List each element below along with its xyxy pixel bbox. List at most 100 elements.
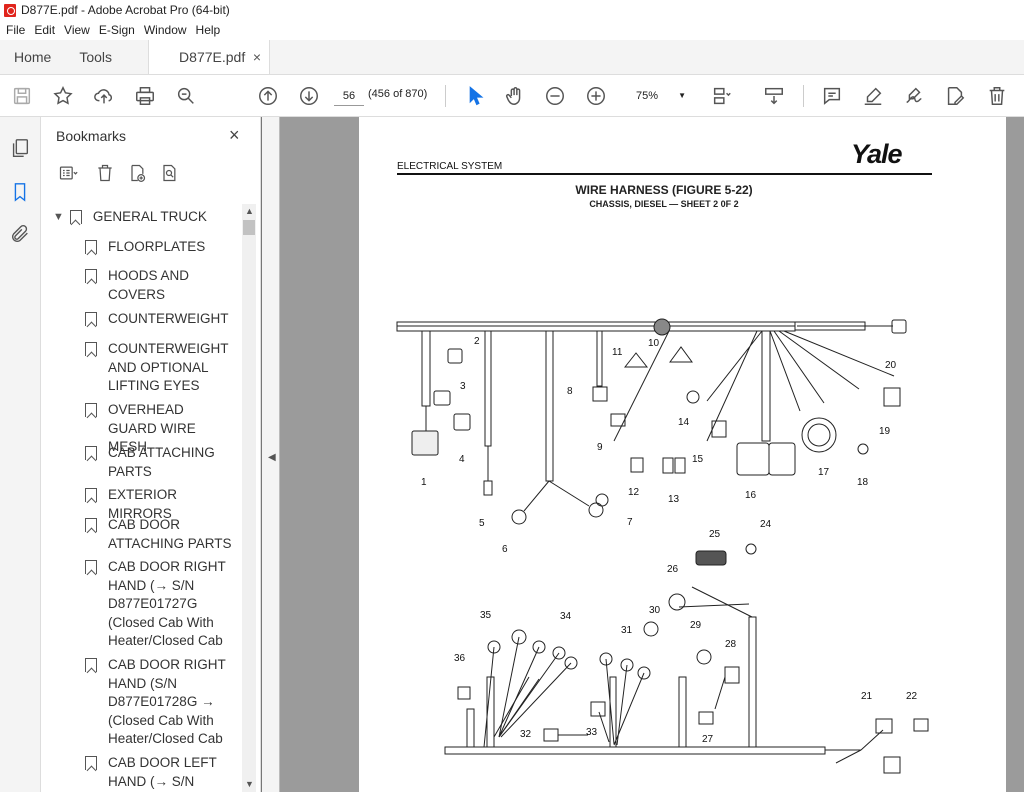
- bookmark-item[interactable]: COUNTERWEIGHT AND OPTIONAL LIFTING EYES: [85, 340, 233, 396]
- zoom-in-icon[interactable]: [584, 84, 608, 108]
- close-icon[interactable]: ×: [229, 125, 240, 146]
- tab-bar: Home Tools D877E.pdf ×: [0, 40, 1024, 75]
- bookmark-label: CAB DOOR ATTACHING PARTS: [108, 517, 232, 551]
- next-page-icon[interactable]: [297, 84, 321, 108]
- bookmarks-scroll-thumb[interactable]: [243, 220, 255, 235]
- callout-8: 8: [567, 386, 573, 397]
- callout-26: 26: [667, 564, 679, 575]
- bookmark-item[interactable]: CAB DOOR LEFT HAND (→ S/N: [85, 754, 233, 791]
- bookmark-item[interactable]: COUNTERWEIGHT: [85, 310, 233, 329]
- zoom-search-icon[interactable]: [174, 84, 198, 108]
- callout-16: 16: [745, 490, 757, 501]
- menu-file[interactable]: File: [6, 23, 25, 37]
- tab-document[interactable]: D877E.pdf ×: [148, 40, 271, 74]
- bookmark-icon: [85, 518, 97, 532]
- select-cursor-icon[interactable]: [463, 84, 487, 108]
- menu-window[interactable]: Window: [144, 23, 187, 37]
- callout-19: 19: [879, 426, 891, 437]
- callout-31: 31: [621, 625, 633, 636]
- hand-tool-icon[interactable]: [503, 84, 527, 108]
- scroll-down-icon[interactable]: ▼: [245, 779, 254, 789]
- menu-edit[interactable]: Edit: [34, 23, 55, 37]
- bookmark-icon: [85, 312, 97, 326]
- print-icon[interactable]: [133, 84, 157, 108]
- scroll-up-icon[interactable]: ▲: [245, 206, 254, 216]
- delete-trash-icon[interactable]: [985, 84, 1009, 108]
- callout-22: 22: [906, 691, 918, 702]
- bookmarks-scrollbar[interactable]: [242, 204, 256, 792]
- bookmark-icon: [85, 240, 97, 254]
- upload-cloud-icon[interactable]: [92, 84, 116, 108]
- callout-20: 20: [885, 360, 897, 371]
- bookmark-icon: [85, 658, 97, 672]
- bookmark-label: CAB DOOR RIGHT HAND (S/N D877E01728G → (…: [108, 657, 226, 746]
- callout-28: 28: [725, 639, 737, 650]
- callout-25: 25: [709, 529, 721, 540]
- highlight-pen-icon[interactable]: [861, 84, 885, 108]
- callout-21: 21: [861, 691, 873, 702]
- bookmark-item[interactable]: FLOORPLATES: [85, 238, 233, 257]
- bookmark-label: CAB DOOR LEFT HAND (→ S/N: [108, 755, 217, 789]
- callout-29: 29: [690, 620, 702, 631]
- bookmark-icon: [85, 342, 97, 356]
- bookmark-item[interactable]: CAB ATTACHING PARTS: [85, 444, 233, 481]
- callout-15: 15: [692, 454, 704, 465]
- menu-help[interactable]: Help: [196, 23, 221, 37]
- bookmark-icon: [85, 488, 97, 502]
- bookmark-label: CAB DOOR RIGHT HAND (→ S/N D877E01727G (…: [108, 559, 226, 648]
- tab-home[interactable]: Home: [0, 40, 65, 74]
- tab-close-button[interactable]: ×: [253, 49, 261, 65]
- bookmarks-panel-icon[interactable]: [9, 181, 31, 203]
- callout-33: 33: [586, 727, 598, 738]
- chevron-down-icon[interactable]: ▼: [53, 208, 64, 227]
- callout-11: 11: [612, 347, 623, 358]
- menu-bar: File Edit View E-Sign Window Help: [0, 20, 1024, 40]
- bookmark-item[interactable]: CAB DOOR ATTACHING PARTS: [85, 516, 233, 553]
- wire-harness-diagram: 1 2 3 4 5 6 7 8 9 10 11 12 13 14 15 16 1…: [396, 318, 929, 774]
- collapse-panel-icon[interactable]: ◀: [268, 452, 276, 463]
- bookmarks-panel: Bookmarks × ▼ GENERAL TRUCK FLOORPLATES …: [41, 117, 261, 792]
- bookmark-item[interactable]: CAB DOOR RIGHT HAND (S/N D877E01728G → (…: [85, 656, 233, 749]
- window-title: D877E.pdf - Adobe Acrobat Pro (64-bit): [21, 3, 230, 17]
- delete-bookmark-icon[interactable]: [95, 163, 115, 186]
- previous-page-icon[interactable]: [256, 84, 280, 108]
- callout-4: 4: [459, 454, 465, 465]
- zoom-value: 75%: [636, 90, 659, 102]
- bookmark-item[interactable]: HOODS AND COVERS: [85, 267, 233, 304]
- edit-pdf-icon[interactable]: [943, 84, 967, 108]
- search-bookmark-icon[interactable]: [159, 163, 179, 186]
- callout-34: 34: [560, 611, 572, 622]
- zoom-out-icon[interactable]: [543, 84, 567, 108]
- chevron-down-icon: ▼: [678, 91, 686, 100]
- bookmark-icon: [69, 210, 82, 224]
- menu-esign[interactable]: E-Sign: [99, 23, 135, 37]
- sign-icon[interactable]: [902, 84, 926, 108]
- bookmark-item[interactable]: CAB DOOR RIGHT HAND (→ S/N D877E01727G (…: [85, 558, 233, 651]
- bookmark-root-label: GENERAL TRUCK: [92, 209, 207, 224]
- bookmark-root[interactable]: ▼ GENERAL TRUCK: [53, 208, 207, 227]
- page-thumbnails-icon[interactable]: [9, 137, 31, 159]
- bookmark-label: COUNTERWEIGHT: [108, 311, 229, 326]
- scroll-mode-icon[interactable]: [762, 84, 786, 108]
- bookmark-label: CAB ATTACHING PARTS: [108, 445, 215, 479]
- page-fit-icon[interactable]: [710, 84, 734, 108]
- bookmarks-toolbar: [53, 163, 179, 186]
- callout-18: 18: [857, 477, 869, 488]
- left-nav-rail: [0, 117, 41, 792]
- zoom-select[interactable]: 75% ▼: [626, 86, 690, 106]
- star-icon[interactable]: [51, 84, 75, 108]
- tab-tools[interactable]: Tools: [65, 40, 126, 74]
- options-menu-icon[interactable]: [53, 163, 83, 186]
- callout-labels: 1 2 3 4 5 6 7 8 9 10 11 12 13 14 15 16 1…: [421, 336, 918, 745]
- save-icon[interactable]: [10, 84, 34, 108]
- callout-7: 7: [627, 517, 633, 528]
- callout-13: 13: [668, 494, 680, 505]
- attachments-paperclip-icon[interactable]: [9, 223, 31, 245]
- bookmark-label: COUNTERWEIGHT AND OPTIONAL LIFTING EYES: [108, 341, 229, 393]
- menu-view[interactable]: View: [64, 23, 90, 37]
- callout-3: 3: [460, 381, 466, 392]
- comment-icon[interactable]: [820, 84, 844, 108]
- bookmark-label: HOODS AND COVERS: [108, 268, 190, 302]
- new-bookmark-icon[interactable]: [127, 163, 147, 186]
- page-number-input[interactable]: 56: [334, 86, 364, 106]
